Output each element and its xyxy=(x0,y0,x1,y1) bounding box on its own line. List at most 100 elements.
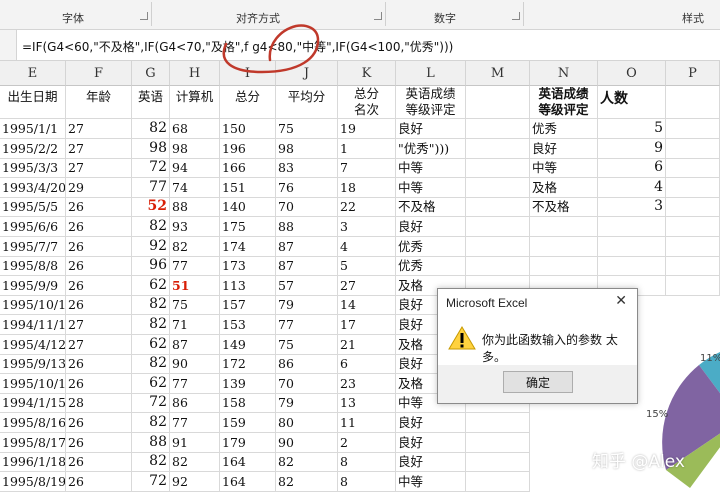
table-cell-e[interactable]: 1995/10/10 xyxy=(0,295,66,315)
table-cell-k[interactable]: 4 xyxy=(338,237,396,257)
table-cell-p[interactable] xyxy=(666,217,720,237)
summary-header-n[interactable]: 英语成绩 等级评定 xyxy=(530,86,598,119)
table-cell-g[interactable]: 72 xyxy=(132,158,170,178)
font-launcher-icon[interactable] xyxy=(140,12,148,20)
table-cell-f[interactable]: 27 xyxy=(66,335,132,355)
header-l[interactable]: 英语成绩 等级评定 xyxy=(396,86,466,119)
table-cell-e[interactable]: 1995/5/5 xyxy=(0,197,66,217)
table-cell-i[interactable]: 196 xyxy=(220,139,276,159)
table-cell-f[interactable]: 26 xyxy=(66,354,132,374)
table-cell-m[interactable] xyxy=(466,217,530,237)
table-cell-f[interactable]: 27 xyxy=(66,139,132,159)
table-cell-j[interactable]: 70 xyxy=(276,197,338,217)
table-cell-p[interactable] xyxy=(666,256,720,276)
table-cell-h[interactable]: 82 xyxy=(170,237,220,257)
table-cell-h[interactable]: 51 xyxy=(170,276,220,296)
ribbon-group-font[interactable]: 字体 xyxy=(0,0,152,29)
table-cell-g[interactable]: 82 xyxy=(132,452,170,472)
table-cell-i[interactable]: 164 xyxy=(220,472,276,492)
table-cell-g[interactable]: 92 xyxy=(132,237,170,257)
table-cell-i[interactable]: 172 xyxy=(220,354,276,374)
table-cell-i[interactable]: 179 xyxy=(220,433,276,453)
table-cell-i[interactable]: 149 xyxy=(220,335,276,355)
table-cell-h[interactable]: 98 xyxy=(170,139,220,159)
table-cell-g[interactable]: 82 xyxy=(132,413,170,433)
table-cell-o[interactable] xyxy=(598,256,666,276)
table-cell-e[interactable]: 1996/1/18 xyxy=(0,452,66,472)
table-cell-e[interactable]: 1995/6/6 xyxy=(0,217,66,237)
table-cell-h[interactable]: 94 xyxy=(170,158,220,178)
table-cell-g[interactable]: 77 xyxy=(132,178,170,198)
header-h[interactable]: 计算机 xyxy=(170,86,220,119)
table-cell-i[interactable]: 153 xyxy=(220,315,276,335)
table-cell-k[interactable]: 27 xyxy=(338,276,396,296)
table-cell-j[interactable]: 80 xyxy=(276,413,338,433)
table-cell-h[interactable]: 74 xyxy=(170,178,220,198)
table-cell-g[interactable]: 82 xyxy=(132,295,170,315)
table-cell-h[interactable]: 86 xyxy=(170,393,220,413)
table-cell-e[interactable]: 1995/10/14 xyxy=(0,374,66,394)
table-cell-k[interactable]: 18 xyxy=(338,178,396,198)
table-cell-m[interactable] xyxy=(466,256,530,276)
table-cell-h[interactable]: 92 xyxy=(170,472,220,492)
table-cell-g[interactable]: 72 xyxy=(132,472,170,492)
header-j[interactable]: 平均分 xyxy=(276,86,338,119)
table-cell-k[interactable]: 22 xyxy=(338,197,396,217)
table-cell-f[interactable]: 26 xyxy=(66,374,132,394)
table-cell-e[interactable]: 1995/9/9 xyxy=(0,276,66,296)
alignment-launcher-icon[interactable] xyxy=(374,12,382,20)
table-cell-e[interactable]: 1994/1/15 xyxy=(0,393,66,413)
table-cell-l[interactable]: 良好 xyxy=(396,217,466,237)
cell-p-header[interactable] xyxy=(666,86,720,119)
table-cell-p[interactable] xyxy=(666,139,720,159)
table-cell-e[interactable]: 1993/4/20 xyxy=(0,178,66,198)
table-cell-h[interactable]: 71 xyxy=(170,315,220,335)
table-cell-g[interactable]: 72 xyxy=(132,393,170,413)
number-launcher-icon[interactable] xyxy=(512,12,520,20)
table-cell-l[interactable]: 良好 xyxy=(396,413,466,433)
table-cell-k[interactable]: 8 xyxy=(338,452,396,472)
table-cell-k[interactable]: 21 xyxy=(338,335,396,355)
table-cell-p[interactable] xyxy=(666,197,720,217)
table-cell-p[interactable] xyxy=(666,178,720,198)
table-cell-h[interactable]: 68 xyxy=(170,119,220,139)
table-cell-j[interactable]: 98 xyxy=(276,139,338,159)
table-cell-i[interactable]: 139 xyxy=(220,374,276,394)
table-cell-k[interactable]: 23 xyxy=(338,374,396,394)
table-cell-h[interactable]: 87 xyxy=(170,335,220,355)
table-cell-j[interactable]: 70 xyxy=(276,374,338,394)
table-cell-f[interactable]: 26 xyxy=(66,433,132,453)
table-cell-f[interactable]: 27 xyxy=(66,119,132,139)
table-cell-j[interactable]: 79 xyxy=(276,393,338,413)
summary-grade[interactable]: 中等 xyxy=(530,158,598,178)
header-e[interactable]: 出生日期 xyxy=(0,86,66,119)
table-cell-e[interactable]: 1995/8/19 xyxy=(0,472,66,492)
ribbon-group-number[interactable]: 数字 xyxy=(386,0,524,29)
table-cell-e[interactable]: 1995/3/3 xyxy=(0,158,66,178)
formula-bar[interactable]: =IF(G4<60,"不及格",IF(G4<70,"及格",f g4<80,"中… xyxy=(0,30,720,61)
table-cell-l[interactable]: 不及格 xyxy=(396,197,466,217)
table-cell-g[interactable]: 82 xyxy=(132,119,170,139)
table-cell-j[interactable]: 90 xyxy=(276,433,338,453)
table-cell-n[interactable] xyxy=(530,237,598,257)
table-cell-h[interactable]: 93 xyxy=(170,217,220,237)
table-cell-h[interactable]: 77 xyxy=(170,256,220,276)
summary-grade[interactable]: 不及格 xyxy=(530,197,598,217)
table-cell-g[interactable]: 62 xyxy=(132,374,170,394)
table-cell-g[interactable]: 98 xyxy=(132,139,170,159)
header-k[interactable]: 总分 名次 xyxy=(338,86,396,119)
table-cell-l[interactable]: 中等 xyxy=(396,178,466,198)
table-cell-k[interactable]: 13 xyxy=(338,393,396,413)
column-header-f[interactable]: F xyxy=(66,61,132,86)
ribbon-group-styles[interactable]: 样式 xyxy=(524,0,720,29)
table-cell-l[interactable]: 良好 xyxy=(396,452,466,472)
table-cell-e[interactable]: 1995/7/7 xyxy=(0,237,66,257)
table-cell-g[interactable]: 62 xyxy=(132,335,170,355)
table-cell-i[interactable]: 158 xyxy=(220,393,276,413)
table-cell-m[interactable] xyxy=(466,433,530,453)
column-header-e[interactable]: E xyxy=(0,61,66,86)
table-cell-i[interactable]: 173 xyxy=(220,256,276,276)
table-cell-k[interactable]: 6 xyxy=(338,354,396,374)
table-cell-e[interactable]: 1995/8/17 xyxy=(0,433,66,453)
table-cell-i[interactable]: 150 xyxy=(220,119,276,139)
